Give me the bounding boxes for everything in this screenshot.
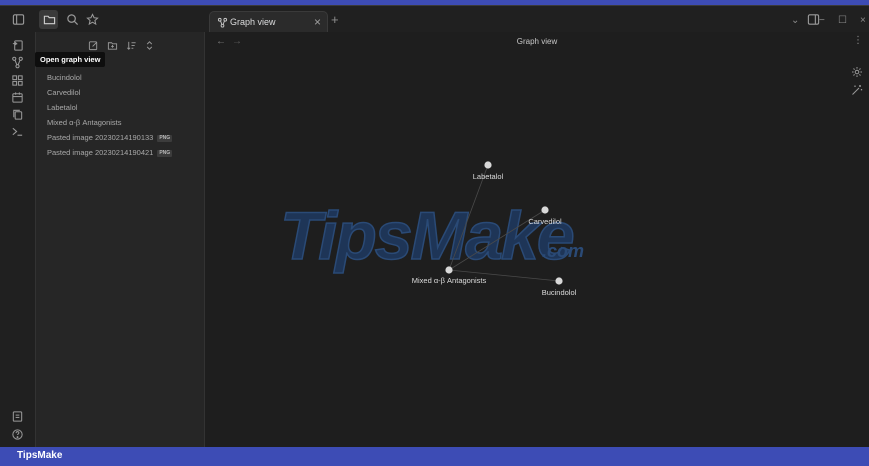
new-note-icon[interactable] <box>88 38 99 51</box>
files-tab-button[interactable] <box>39 10 58 29</box>
left-ribbon <box>0 32 36 447</box>
footer-brand-label: TipsMake <box>17 450 63 461</box>
file-item-carvedilol[interactable]: Carvedilol <box>47 85 80 100</box>
maximize-button[interactable]: ☐ <box>838 15 847 26</box>
graph-node-bucindolol[interactable] <box>555 277 563 285</box>
file-name: Pasted image 20230214190421 <box>47 148 154 157</box>
folder-icon <box>42 13 56 27</box>
sort-order-icon[interactable] <box>126 38 137 50</box>
graph-node-label: Carvedilol <box>528 217 562 226</box>
graph-node-mixed[interactable] <box>445 266 453 274</box>
footer-bar: TipsMake <box>0 447 869 466</box>
file-type-badge: PNG <box>157 150 173 157</box>
file-name: Pasted image 20230214190133 <box>47 133 154 142</box>
file-name: Mixed α-β Antagonists <box>47 118 122 127</box>
copy-icon[interactable] <box>11 108 25 122</box>
terminal-icon[interactable] <box>11 125 25 139</box>
file-explorer: Bucindolol Carvedilol Labetalol Mixed α-… <box>36 32 205 447</box>
help-book-icon[interactable] <box>11 410 25 424</box>
switch-vault-icon[interactable] <box>11 39 25 53</box>
app-window: Graph view × + ⌄ − ☐ × Bucindolol Carved… <box>0 0 869 466</box>
help-circle-icon[interactable] <box>11 428 25 442</box>
tab-close-button[interactable]: × <box>314 15 321 29</box>
graph-node-label: Labetalol <box>473 172 504 181</box>
calendar-icon[interactable] <box>11 91 25 105</box>
new-folder-icon[interactable] <box>107 38 118 50</box>
graph-node-label: Bucindolol <box>542 288 577 297</box>
file-name: Bucindolol <box>47 73 82 82</box>
file-type-badge: PNG <box>157 135 173 142</box>
graph-node-labetalol[interactable] <box>484 161 492 169</box>
graph-view-icon[interactable] <box>11 56 25 70</box>
graph-view-pane[interactable]: ← → Graph view ⋮ TipsMake .com Labetalol… <box>205 32 869 447</box>
file-item-pasted-image-1[interactable]: Pasted image 20230214190133 PNG <box>47 130 173 145</box>
minimize-button[interactable]: − <box>819 15 825 26</box>
graph-canvas[interactable]: Labetalol Carvedilol Mixed α-β Antagonists… <box>205 32 869 447</box>
right-sidebar-toggle-icon[interactable] <box>806 13 820 27</box>
file-item-mixed-antagonists[interactable]: Mixed α-β Antagonists <box>47 115 122 130</box>
tooltip-open-graph-view: Open graph view <box>35 52 106 67</box>
graph-icon <box>217 17 228 28</box>
tab-label: Graph view <box>230 17 276 27</box>
tab-graph-view[interactable]: Graph view × <box>209 11 328 33</box>
graph-node-label: Mixed α-β Antagonists <box>412 276 487 285</box>
file-name: Carvedilol <box>47 88 81 97</box>
tab-list-chevron-icon[interactable]: ⌄ <box>791 15 799 26</box>
canvas-icon[interactable] <box>11 74 25 88</box>
file-name: Labetalol <box>47 103 78 112</box>
search-icon[interactable] <box>65 13 79 27</box>
collapse-all-icon[interactable] <box>144 38 155 50</box>
title-bar: Graph view × + ⌄ − ☐ × <box>0 5 869 33</box>
file-item-bucindolol[interactable]: Bucindolol <box>47 70 82 85</box>
file-item-labetalol[interactable]: Labetalol <box>47 100 77 115</box>
sidebar-toggle-icon[interactable] <box>11 13 25 27</box>
file-item-pasted-image-2[interactable]: Pasted image 20230214190421 PNG <box>47 145 173 160</box>
graph-node-carvedilol[interactable] <box>541 206 549 214</box>
close-window-button[interactable]: × <box>860 15 866 26</box>
bookmark-star-icon[interactable] <box>85 13 99 27</box>
new-tab-button[interactable]: + <box>331 13 339 26</box>
